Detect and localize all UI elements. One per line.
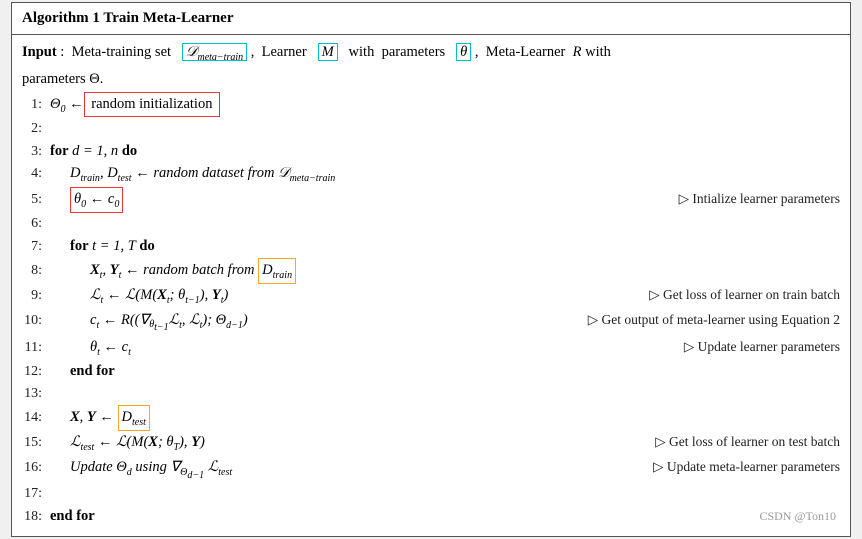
line-2: 2: xyxy=(22,118,840,140)
algorithm-title: Algorithm 1 Train Meta-Learner xyxy=(12,3,850,35)
theta-param-box: θ xyxy=(456,43,471,61)
d-test-box: Dtest xyxy=(118,405,150,431)
line-1: 1: Θ0 ← random initialization xyxy=(22,92,840,117)
line-num-1: 1: xyxy=(22,94,50,116)
random-init-box: random initialization xyxy=(84,92,220,116)
line-7: 7: for t = 1, T do xyxy=(22,235,840,258)
line-5: 5: θ0 ← c0 ▷ Intialize learner parameter… xyxy=(22,187,840,213)
line-16: 16: Update Θd using ∇Θd−1 ℒtest ▷ Update… xyxy=(22,456,840,483)
comment-10: ▷ Get output of meta-learner using Equat… xyxy=(578,310,840,331)
theta0-c0-box: θ0 ← c0 xyxy=(70,187,123,213)
d-meta-train-box: 𝒟meta−train xyxy=(182,43,247,61)
line-11: 11: θt ← ct ▷ Update learner parameters xyxy=(22,336,840,360)
comment-9: ▷ Get loss of learner on train batch xyxy=(639,285,840,306)
line-17: 17: xyxy=(22,483,840,505)
line-4: 4: Dtrain, Dtest ← random dataset from 𝒟… xyxy=(22,162,840,186)
input-text-2: , Learner xyxy=(251,44,314,60)
input-line: Input : Meta-training set 𝒟meta−train , … xyxy=(22,41,840,65)
comment-15: ▷ Get loss of learner on test batch xyxy=(645,432,840,453)
line-14: 14: X, Y ← Dtest xyxy=(22,405,840,431)
m-box: M xyxy=(318,43,338,61)
line-15: 15: ℒtest ← ℒ(M(X; θT), Y) ▷ Get loss of… xyxy=(22,431,840,455)
line-13: 13: xyxy=(22,383,840,405)
line-6: 6: xyxy=(22,213,840,235)
comment-16: ▷ Update meta-learner parameters xyxy=(643,457,840,478)
line-content-1: Θ0 ← random initialization xyxy=(50,92,840,117)
algorithm-box: Algorithm 1 Train Meta-Learner Input : M… xyxy=(11,2,851,537)
line-8: 8: Xt, Yt ← random batch from Dtrain xyxy=(22,258,840,284)
line-10: 10: ct ← R((∇θt−1ℒt, ℒt); Θd−1) ▷ Get ou… xyxy=(22,309,840,336)
algorithm-body: Input : Meta-training set 𝒟meta−train , … xyxy=(12,35,850,536)
line-9: 9: ℒt ← ℒ(M(Xt; θt−1), Yt) ▷ Get loss of… xyxy=(22,284,840,308)
input-line-2: parameters Θ. xyxy=(22,68,840,90)
line-18: 18: end for CSDN @Ton10 xyxy=(22,505,840,528)
input-text-1: : Meta-training set xyxy=(60,44,178,60)
d-train-box: Dtrain xyxy=(258,258,296,284)
line-3: 3: for d = 1, n do xyxy=(22,140,840,163)
comment-11: ▷ Update learner parameters xyxy=(674,337,840,358)
input-text-3: , Meta-Learner R with xyxy=(475,44,611,60)
watermark: CSDN @Ton10 xyxy=(759,505,840,526)
params-text: with parameters xyxy=(341,44,452,60)
comment-5: ▷ Intialize learner parameters xyxy=(669,189,840,210)
params-theta: parameters Θ. xyxy=(22,71,103,87)
line-12: 12: end for xyxy=(22,360,840,383)
input-label: Input xyxy=(22,44,57,60)
